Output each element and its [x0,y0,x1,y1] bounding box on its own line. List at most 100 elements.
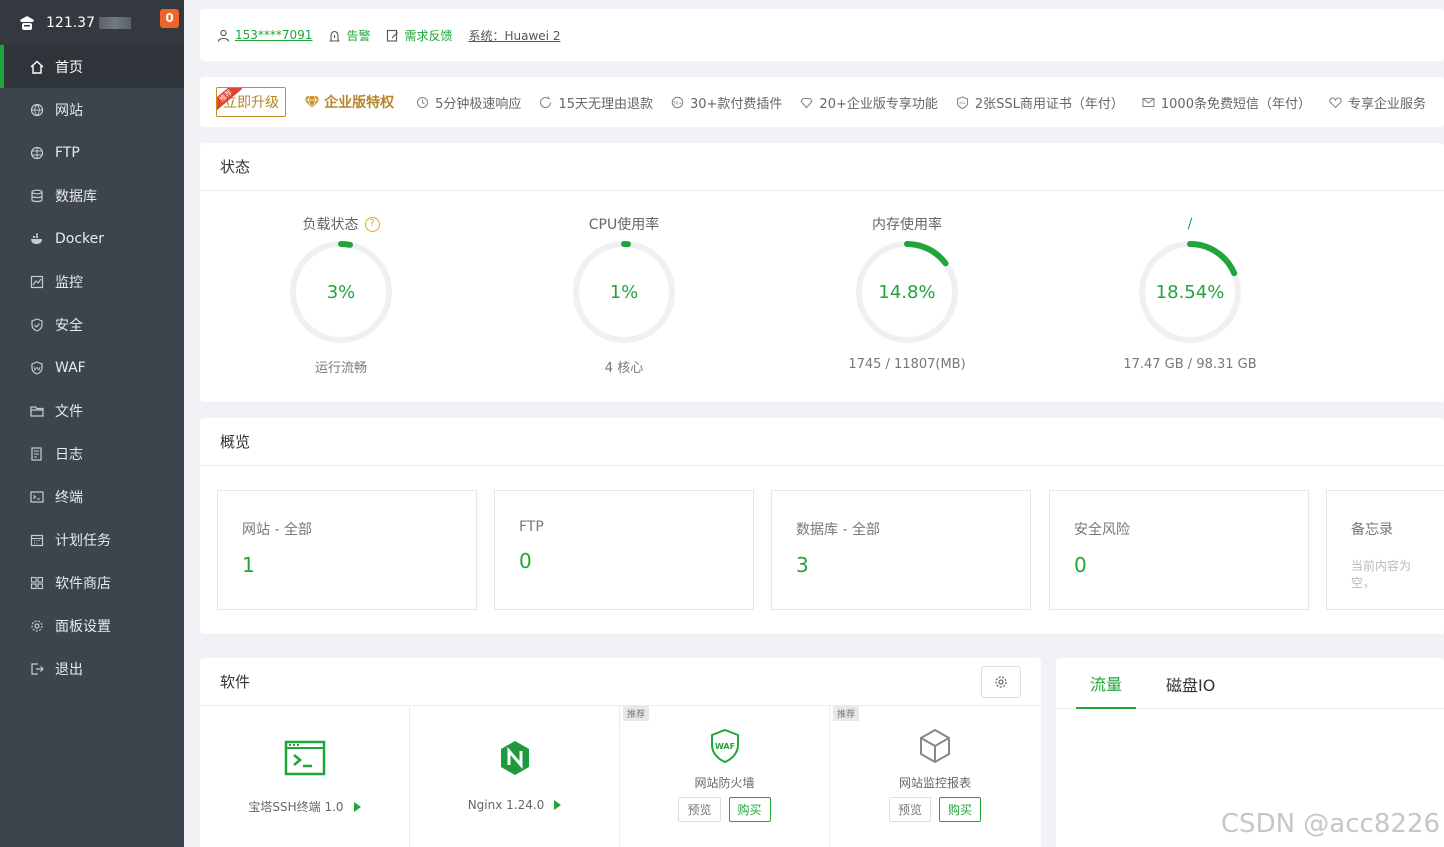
sidebar-item-terminal[interactable]: 终端 [0,475,184,518]
terminal-icon [283,736,327,780]
gear-icon [995,676,1007,688]
monitor-icon [30,275,44,289]
card-value[interactable]: 1 [242,553,452,577]
card-title: 备忘录 [1351,522,1393,538]
sidebar-item-website[interactable]: 网站 [0,88,184,131]
gauge-ring: 18.54% [1139,241,1241,343]
sidebar-item-label: 日志 [55,446,83,463]
overview-card-website[interactable]: 网站 - 全部 1 [217,490,477,610]
sidebar-item-label: FTP [55,144,80,161]
preview-button[interactable]: 预览 [678,797,721,822]
card-title: 数据库 - 全部 [796,522,880,538]
mail-icon [1142,97,1155,107]
sidebar-item-monitor[interactable]: 监控 [0,260,184,303]
play-icon[interactable] [554,800,562,810]
plugin-icon: 30+ [671,96,684,108]
gauge-value: 14.8% [878,282,935,303]
sidebar-item-label: 网站 [55,102,83,119]
buy-button[interactable]: 购买 [939,797,982,822]
card-value[interactable]: 0 [519,549,729,573]
overview-card-ftp[interactable]: FTP 0 [494,490,754,610]
preview-button[interactable]: 预览 [888,797,931,822]
enterprise-label: 企业版特权 [324,95,395,111]
status-panel: 状态 负载状态 ? 3% 运行流畅 CPU使用率 1% 4 核心 内存使用率 1… [200,143,1444,402]
gauge-label: 负载状态 ? [241,213,441,235]
card-value[interactable]: 3 [796,553,1006,577]
help-icon[interactable]: ? [364,216,380,232]
sidebar-item-security[interactable]: 安全 [0,303,184,346]
software-name: 网站监控报表 [830,774,1040,791]
software-settings-button[interactable] [981,666,1021,698]
system-label: 系统：Huawei 2 [468,28,561,43]
sidebar-item-ftp[interactable]: FTP [0,131,184,174]
sidebar-item-logs[interactable]: 日志 [0,432,184,475]
software-title: 软件 [200,658,1041,706]
cpu-gauge[interactable]: CPU使用率 1% 4 核心 [524,213,724,376]
card-title: 网站 - 全部 [242,522,312,538]
feature-label: 专享企业服务 [1347,96,1426,112]
bt-logo-icon [20,15,34,30]
svg-text:SSL: SSL [959,101,966,105]
log-icon [30,446,44,461]
tab-traffic[interactable]: 流量 [1076,658,1137,709]
gauge-subtitle: 运行流畅 [314,361,367,376]
software-item-ssh[interactable]: 宝塔SSH终端 1.0 [200,706,410,847]
recommend-tag: 推荐 [623,706,650,721]
overview-panel: 概览 网站 - 全部 1 FTP 0 数据库 - 全部 3 安全风险 0 备忘录… [200,418,1444,634]
overview-card-database[interactable]: 数据库 - 全部 3 [771,490,1031,610]
gauge-subtitle: 4 核心 [604,361,644,376]
overview-card-security[interactable]: 安全风险 0 [1049,490,1309,610]
memo-placeholder[interactable]: 当前内容为空， [1351,557,1420,591]
feature-label: 1000条免费短信（年付） [1160,96,1311,112]
feedback-link[interactable]: 需求反馈 [386,27,452,44]
sidebar-item-logout[interactable]: 退出 [0,647,184,690]
sidebar-item-label: 退出 [55,661,83,678]
card-title: 安全风险 [1074,522,1130,538]
refund-icon [540,96,552,108]
sidebar-item-cron[interactable]: 计划任务 [0,518,184,561]
sidebar-item-home[interactable]: 首页 [0,45,184,88]
software-name: 宝塔SSH终端 1.0 [200,798,409,815]
sidebar-item-waf[interactable]: WAF [0,346,184,389]
feature-label: 5分钟极速响应 [435,96,522,112]
sidebar-item-store[interactable]: 软件商店 [0,561,184,604]
sidebar-item-label: Docker [55,230,105,247]
sidebar-item-docker[interactable]: Docker [0,217,184,260]
sidebar-item-label: 终端 [55,489,83,506]
sidebar-item-label: 面板设置 [55,618,111,635]
software-item-monitor-report[interactable]: 推荐 网站监控报表 预览 购买 [830,706,1040,847]
nginx-icon [493,736,537,780]
disk-gauge[interactable]: / 18.54% 17.47 GB / 98.31 GB [1090,213,1290,372]
gauge-label: / [1090,213,1290,235]
buy-button[interactable]: 购买 [728,797,771,822]
software-item-waf[interactable]: 推荐 WAF 网站防火墙 预览 购买 [620,706,830,847]
feature-item: 20+企业版专享功能 [800,93,938,112]
feature-item: 30+ 30+款付费插件 [671,93,782,112]
diamond-outline-icon [800,97,814,108]
cube-icon [917,728,953,764]
software-name: 网站防火墙 [620,774,829,791]
software-item-nginx[interactable]: Nginx 1.24.0 [410,706,620,847]
sidebar-item-settings[interactable]: 面板设置 [0,604,184,647]
feature-label: 20+企业版专享功能 [819,96,938,112]
traffic-tabs: 流量 磁盘IO [1056,658,1444,709]
play-icon[interactable] [353,801,361,812]
tab-disk-io[interactable]: 磁盘IO [1152,658,1229,709]
user-phone-link[interactable]: 153****7091 [235,28,312,42]
sidebar-item-database[interactable]: 数据库 [0,174,184,217]
feature-item: 15天无理由退款 [539,93,653,112]
memory-gauge[interactable]: 内存使用率 14.8% 1745 / 11807(MB) [807,213,1007,372]
load-gauge[interactable]: 负载状态 ? 3% 运行流畅 [241,213,441,376]
upgrade-button[interactable]: 推荐 立即升级 [216,87,287,117]
feature-label: 2张SSL商用证书（年付） [974,96,1124,112]
alarm-link[interactable]: 告警 [328,27,370,44]
sidebar-item-files[interactable]: 文件 [0,389,184,432]
card-value[interactable]: 0 [1074,553,1284,577]
notification-badge[interactable]: 0 [160,9,179,28]
user-account[interactable]: 153****7091 [217,28,312,42]
gauge-value: 1% [610,282,639,303]
overview-card-memo[interactable]: 备忘录 当前内容为空， [1326,490,1444,610]
sidebar-menu: 首页 网站 FTP 数据库 Docker 监控 安全 WAF 文件 日志 终端 … [0,45,184,690]
enterprise-privileges[interactable]: 企业版特权 [304,92,394,112]
gear-icon [30,619,44,633]
